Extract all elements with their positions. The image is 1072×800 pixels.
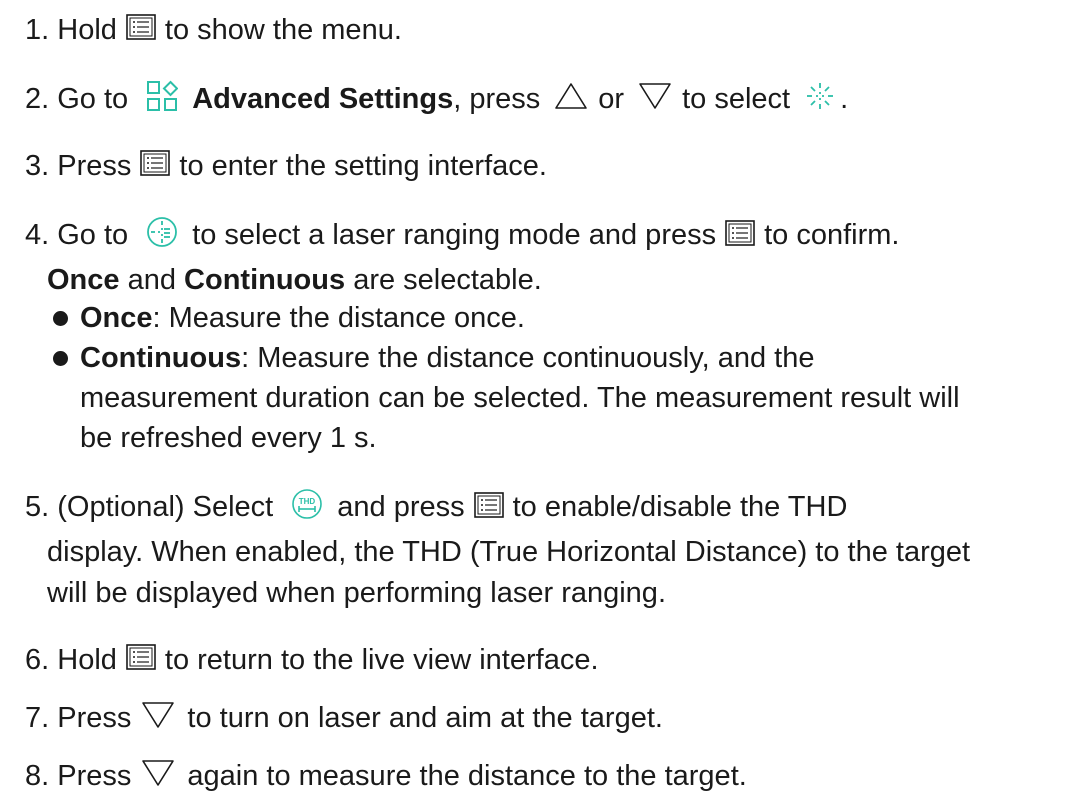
step-number: 7.: [25, 702, 50, 734]
bullet-desc: be refreshed every 1 s.: [80, 422, 377, 454]
step-text: to enable/disable the THD: [512, 491, 848, 524]
step-text: to select: [682, 83, 791, 116]
step-text: .: [840, 83, 849, 116]
down-triangle-icon: [141, 701, 175, 738]
step-1: 1. Hold to show the menu.: [25, 12, 402, 49]
step-4: 4. Go to to select a laser ranging mode …: [25, 216, 899, 257]
advanced-settings-icon: [146, 80, 179, 121]
menu-button-icon: [725, 219, 755, 255]
mode-intro-text: are selectable.: [353, 264, 542, 296]
step-number: 4.: [25, 219, 50, 252]
step-3: 3. Press to enter the setting interface.: [25, 148, 547, 185]
step-text: to select a laser ranging mode and press: [192, 219, 717, 252]
step-text: Hold: [57, 14, 117, 46]
menu-button-icon: [473, 491, 504, 527]
bullet-once: Once: Measure the distance once.: [80, 300, 525, 336]
laser-ranging-icon: [806, 82, 834, 119]
step-text-bold: Advanced Settings: [192, 83, 454, 116]
down-triangle-icon: [638, 82, 672, 119]
mode-continuous-label: Continuous: [184, 264, 346, 296]
step-number: 6.: [25, 644, 50, 676]
bullet-continuous-cont: measurement duration can be selected. Th…: [80, 380, 960, 416]
mode-intro-text: and: [127, 264, 176, 296]
step-text: and press: [337, 491, 465, 524]
up-triangle-icon: [554, 82, 588, 119]
bullet-desc: : Measure the distance continuously, and…: [241, 342, 815, 374]
bullet-continuous: Continuous: Measure the distance continu…: [80, 340, 814, 376]
step-text: Go to: [57, 83, 129, 116]
step-text: to enter the setting interface.: [179, 150, 547, 182]
step-text: or: [598, 83, 625, 116]
step-2: 2. Go to Advanced Settings, press or to …: [25, 80, 848, 121]
mode-intro: Once and Continuous are selectable.: [47, 262, 542, 298]
step-text: Hold: [57, 644, 117, 676]
step-text: to confirm.: [764, 219, 900, 252]
step-text: Go to: [57, 219, 129, 252]
step-text: to show the menu.: [164, 14, 402, 46]
bullet-desc: : Measure the distance once.: [152, 302, 525, 334]
mode-once-label: Once: [47, 264, 120, 296]
step-text: Press: [57, 702, 132, 734]
bullet-dot: [53, 351, 68, 366]
bullet-continuous-cont: be refreshed every 1 s.: [80, 420, 377, 456]
step-text: (Optional) Select: [57, 491, 274, 524]
menu-button-icon: [126, 13, 156, 49]
bullet-dot: [53, 311, 68, 326]
step-text: display. When enabled, the THD (True Hor…: [47, 536, 971, 568]
step-number: 5.: [25, 491, 50, 524]
step-number: 8.: [25, 760, 50, 792]
down-triangle-icon: [141, 759, 175, 796]
step-5-cont: display. When enabled, the THD (True Hor…: [47, 534, 970, 570]
step-number: 3.: [25, 150, 50, 182]
menu-button-icon: [126, 643, 156, 679]
step-6: 6. Hold to return to the live view inter…: [25, 642, 599, 679]
bullet-term: Continuous: [80, 342, 242, 374]
step-7: 7. Press to turn on laser and aim at the…: [25, 700, 663, 738]
step-text: to turn on laser and aim at the target.: [187, 702, 663, 734]
step-5: 5. (Optional) Select THD and press to en…: [25, 488, 847, 529]
laser-ranging-mode-icon: [146, 216, 178, 257]
bullet-term: Once: [80, 302, 153, 334]
step-text: to return to the live view interface.: [164, 644, 599, 676]
step-text: again to measure the distance to the tar…: [187, 760, 747, 792]
svg-text:THD: THD: [299, 497, 316, 506]
step-5-cont: will be displayed when performing laser …: [47, 575, 666, 611]
thd-icon: THD: [291, 488, 323, 529]
step-text: , press: [453, 83, 541, 116]
step-8: 8. Press again to measure the distance t…: [25, 758, 747, 796]
step-text: will be displayed when performing laser …: [47, 577, 666, 609]
step-number: 2.: [25, 83, 50, 116]
menu-button-icon: [140, 149, 171, 185]
step-text: Press: [57, 150, 132, 182]
step-number: 1.: [25, 14, 50, 46]
bullet-desc: measurement duration can be selected. Th…: [80, 382, 960, 414]
step-text: Press: [57, 760, 132, 792]
